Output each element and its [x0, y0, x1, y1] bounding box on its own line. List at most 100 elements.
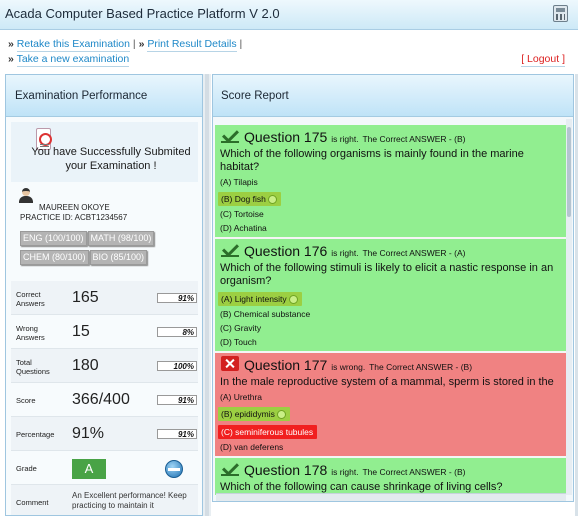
score-report-header: Score Report [213, 75, 573, 117]
progress-text: 8% [182, 328, 194, 337]
question-list[interactable]: Question 175 is right. The Correct ANSWE… [215, 119, 566, 495]
question-number-text: Question 177 [244, 357, 328, 373]
option-correct: (B) Dog fish [218, 192, 281, 206]
success-message: You have Successfully Submited your Exam… [31, 146, 191, 172]
option-text: (C) Gravity [220, 323, 262, 333]
retake-exam-link[interactable]: Retake this Examination [16, 38, 130, 52]
subject-badge: CHEM (80/100) [20, 250, 89, 265]
option-row: (C) Tortoise [217, 207, 566, 221]
tick-badge-icon [288, 295, 298, 305]
scrollbar-thumb[interactable] [567, 127, 571, 217]
splitter-grip[interactable] [205, 74, 209, 516]
correct-check-icon [221, 128, 239, 143]
answer-option: (C) Gravity [217, 321, 566, 335]
question-card: Question 176 is right. The Correct ANSWE… [215, 239, 566, 353]
stat-label: Wrong Answers [16, 324, 45, 342]
correct-answer: The Correct ANSWER - (B) [362, 467, 466, 477]
question-number-text: Question 176 [244, 243, 328, 259]
stat-label: Correct Answers [16, 290, 45, 308]
score-report-panel: Score Report Question 175 is right. The … [212, 74, 574, 502]
grade-label: Grade [16, 464, 37, 473]
correct-answer: The Correct ANSWER - (A) [362, 248, 466, 258]
progress-bar: 91% [157, 429, 197, 439]
bullet: » [8, 38, 14, 50]
stat-row-score: Score 366/400 91% [11, 383, 198, 417]
answer-option: (A) Urethra [217, 390, 566, 404]
title-bar: Acada Computer Based Practice Platform V… [0, 0, 578, 30]
stats-table: Correct Answers 165 91% Wrong Answers 15… [11, 281, 198, 515]
correct-check-icon [221, 461, 239, 476]
answer-option: (A) Tilapis [217, 175, 566, 189]
grade-badge: A [72, 459, 106, 479]
option-text: (A) Urethra [220, 392, 263, 402]
option-correct: (A) Light intensity [218, 292, 302, 306]
option-text: (A) Tilapis [220, 177, 258, 187]
stat-label: Percentage [16, 430, 55, 439]
question-number: Question 178 is right. The Correct ANSWE… [244, 462, 465, 478]
option-text: (D) Achatina [220, 223, 267, 233]
option-row: (B) Chemical substance [217, 307, 566, 321]
globe-icon [165, 460, 183, 478]
question-status: is right. [331, 134, 359, 144]
vertical-scrollbar[interactable] [566, 119, 572, 495]
comment-label: Comment [16, 498, 49, 507]
question-card: Question 178 is right. The Correct ANSWE… [215, 458, 566, 495]
subject-badge: ENG (100/100) [20, 231, 87, 246]
option-text: (C) seminiferous tubules [221, 427, 314, 437]
question-status: is right. [331, 248, 359, 258]
question-text: Which of the following stimuli is likely… [220, 262, 554, 287]
answer-option: (D) van deferens [217, 440, 566, 454]
progress-text: 91% [177, 396, 194, 405]
stat-value: 180 [72, 357, 99, 374]
logout-link[interactable]: [ Logout ] [521, 53, 565, 67]
question-number-text: Question 178 [244, 462, 328, 478]
separator: | [132, 38, 136, 50]
panel-splitter[interactable] [203, 74, 211, 516]
progress-text: 91% [177, 430, 194, 439]
bullet: » [8, 53, 14, 65]
option-row: (C) Gravity [217, 321, 566, 335]
stat-row-percentage: Percentage 91% 91% [11, 417, 198, 451]
stat-row-wrong: Wrong Answers 15 8% [11, 315, 198, 349]
question-number: Question 175 is right. The Correct ANSWE… [244, 129, 465, 145]
practice-id: PRACTICE ID: ACBT1234567 [20, 213, 128, 222]
tick-badge-icon [276, 410, 286, 420]
wrong-cross-icon [221, 356, 239, 371]
option-row: (D) Touch [217, 335, 566, 349]
option-selected-wrong: (C) seminiferous tubules [218, 425, 318, 439]
option-row: (B) Dog fish [217, 189, 566, 207]
subject-scores: ENG (100/100) MATH (98/100) CHEM (80/100)… [20, 228, 195, 266]
question-number: Question 177 is wrong. The Correct ANSWE… [244, 357, 472, 373]
performance-header: Examination Performance [6, 75, 202, 117]
option-row: (D) Achatina [217, 221, 566, 235]
progress-bar: 8% [157, 327, 197, 337]
print-result-link[interactable]: Print Result Details [147, 38, 237, 52]
performance-panel: Examination Performance You have Success… [5, 74, 203, 516]
option-correct: (B) epididymis [218, 407, 290, 421]
stat-label: Total Questions [16, 358, 50, 376]
calculator-icon[interactable] [553, 5, 568, 22]
stat-row-comment: Comment An Excellent performance! Keep p… [11, 485, 198, 515]
horizontal-scrollbar[interactable] [216, 493, 566, 501]
stat-value: 15 [72, 323, 90, 340]
question-number: Question 176 is right. The Correct ANSWE… [244, 243, 465, 259]
option-row: (A) Urethra [217, 390, 566, 404]
correct-answer: The Correct ANSWER - (B) [362, 134, 466, 144]
option-row: (C) seminiferous tubules [217, 422, 566, 440]
new-exam-link[interactable]: Take a new examination [16, 53, 130, 67]
student-info: MAUREEN OKOYE PRACTICE ID: ACBT1234567 E… [11, 185, 198, 265]
stat-value: 366/400 [72, 391, 130, 408]
success-box: You have Successfully Submited your Exam… [11, 122, 198, 182]
stat-value: 91% [72, 425, 105, 442]
answer-option: (C) Tortoise [217, 207, 566, 221]
question-status: is right. [331, 467, 359, 477]
answer-option: (D) Touch [217, 335, 566, 349]
student-avatar-icon [18, 186, 34, 203]
option-text: (B) Chemical substance [220, 309, 311, 319]
answer-option: (D) Achatina [217, 221, 566, 235]
question-header: Question 178 is right. The Correct ANSWE… [217, 461, 566, 481]
answer-option: (B) Chemical substance [217, 307, 566, 321]
stat-label: Score [16, 396, 36, 405]
app-title: Acada Computer Based Practice Platform V… [5, 6, 280, 21]
progress-text: 91% [177, 294, 194, 303]
